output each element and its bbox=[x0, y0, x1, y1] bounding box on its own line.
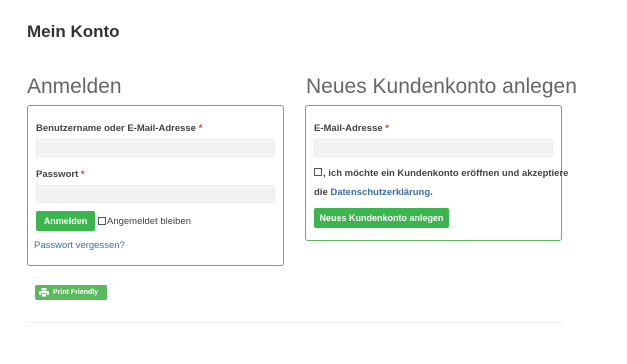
register-button[interactable]: Neues Kundenkonto anlegen bbox=[314, 208, 449, 228]
password-input[interactable] bbox=[36, 185, 275, 203]
page-title: Mein Konto bbox=[27, 22, 120, 41]
required-mark: * bbox=[385, 123, 389, 134]
consent-line-2: die Datenschutzerklärung. bbox=[314, 187, 433, 198]
remember-label: Angemeldet bleiben bbox=[107, 216, 191, 227]
required-mark: * bbox=[198, 123, 203, 134]
email-input[interactable] bbox=[314, 139, 553, 157]
printer-icon bbox=[39, 288, 49, 297]
login-heading: Anmelden bbox=[27, 75, 122, 98]
divider bbox=[27, 322, 562, 323]
username-input[interactable] bbox=[36, 139, 275, 157]
required-mark: * bbox=[80, 169, 85, 180]
password-label: Passwort * bbox=[36, 169, 85, 180]
print-friendly-label: Print Friendly bbox=[53, 289, 99, 296]
privacy-link[interactable]: Datenschutzerklärung bbox=[330, 187, 430, 198]
register-form: E-Mail-Adresse * , ich möchte ein Kunden… bbox=[305, 105, 568, 241]
remember-checkbox[interactable] bbox=[98, 217, 106, 225]
forgot-password-link[interactable]: Passwort vergessen? bbox=[34, 240, 125, 251]
consent-text: , ich möchte ein Kundenkonto eröffnen un… bbox=[323, 168, 569, 179]
email-label: E-Mail-Adresse * bbox=[314, 123, 389, 134]
consent-checkbox[interactable] bbox=[314, 168, 322, 176]
username-label: Benutzername oder E-Mail-Adresse * bbox=[36, 123, 203, 134]
register-heading: Neues Kundenkonto anlegen bbox=[306, 75, 577, 98]
print-friendly-button[interactable]: Print Friendly bbox=[35, 285, 107, 300]
login-form: Benutzername oder E-Mail-Adresse * Passw… bbox=[27, 105, 284, 266]
login-button[interactable]: Anmelden bbox=[36, 211, 95, 231]
